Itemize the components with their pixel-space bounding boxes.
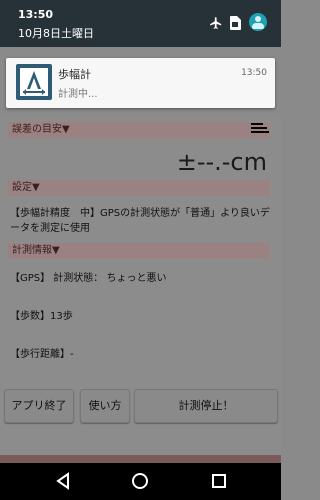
notification-text: 計測中... <box>58 89 98 100</box>
notification-time: 13:50 <box>241 68 267 78</box>
exit-app-button[interactable]: アプリ終了 <box>4 389 74 423</box>
home-icon[interactable] <box>131 472 149 490</box>
status-icons <box>209 13 267 31</box>
navigation-bar <box>0 463 281 500</box>
stop-measure-button[interactable]: 計測停止！ <box>134 389 278 423</box>
notification-title: 歩幅計 <box>58 68 91 81</box>
menu-icon[interactable] <box>251 123 269 137</box>
sim-icon <box>229 15 243 30</box>
settings-header[interactable]: 設定▼ <box>8 180 270 196</box>
recents-icon[interactable] <box>210 472 228 490</box>
howto-button[interactable]: 使い方 <box>80 389 130 423</box>
error-margin-header[interactable]: 誤差の目安▼ <box>8 122 270 138</box>
steps-line: 【歩数】13歩 <box>10 311 73 322</box>
distance-line: 【歩行距離】- <box>10 349 74 360</box>
app-content: 誤差の目安▼ ±--.-cm 設定▼ 【歩幅計精度 中】GPSの計測状態が「普通… <box>0 115 281 463</box>
measure-info-header[interactable]: 計測情報▼ <box>8 243 270 259</box>
back-icon[interactable] <box>54 472 72 490</box>
gps-status-line: 【GPS】 計測状態： ちょっと悪い <box>10 273 167 284</box>
error-margin-value: ±--.-cm <box>176 148 267 176</box>
airplane-icon <box>209 15 223 29</box>
notification-shade-header: 13:50 10月8日土曜日 <box>0 0 281 47</box>
bottom-divider <box>0 455 281 463</box>
account-avatar-icon[interactable] <box>249 13 267 31</box>
clock-time: 13:50 <box>18 8 54 21</box>
date-label[interactable]: 10月8日土曜日 <box>18 25 94 41</box>
notification-card[interactable]: 歩幅計 計測中... 13:50 <box>6 58 275 108</box>
settings-text: 【歩幅計精度 中】GPSの計測状態が「普通」より良いデータを測定に使用 <box>10 208 270 234</box>
app-stride-icon <box>16 64 52 100</box>
